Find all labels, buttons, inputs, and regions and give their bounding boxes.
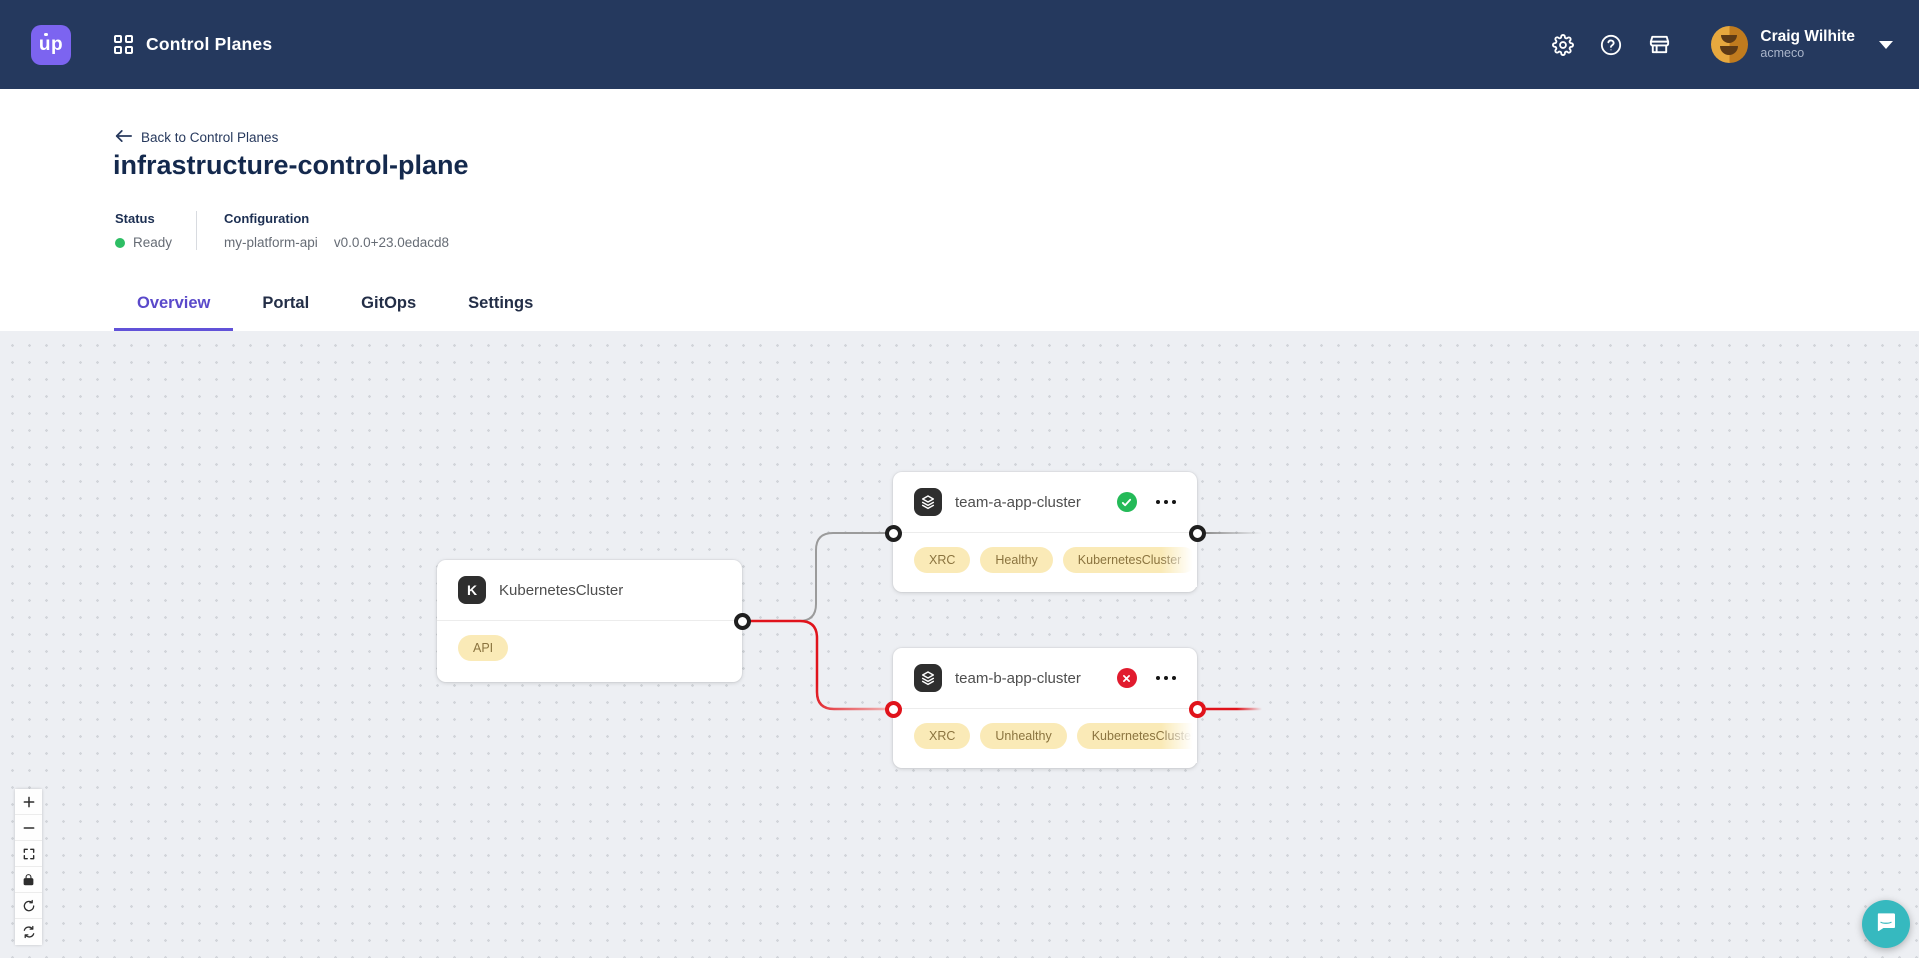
resource-graph-canvas[interactable]: K KubernetesCluster API team-a-app-clust… [0,331,1919,958]
marketplace-icon [1648,33,1671,56]
node-kubernetescluster[interactable]: K KubernetesCluster API [437,560,742,682]
tab-overview[interactable]: Overview [114,294,233,331]
fit-view-button[interactable] [15,841,42,867]
status-value: Ready [115,235,172,250]
refresh-button[interactable] [15,919,42,945]
edge-to-team-b [742,621,893,709]
configuration-name: my-platform-api [224,235,318,250]
rotate-button[interactable] [15,893,42,919]
configuration-value: my-platform-api v0.0.0+23.0edacd8 [224,235,449,250]
tag-healthy: Healthy [980,547,1052,573]
layers-icon [914,488,942,516]
node-title: team-b-app-cluster [955,670,1104,687]
configuration-version: v0.0.0+23.0edacd8 [334,235,449,250]
status-ready-text: Ready [133,235,172,250]
chat-launcher-button[interactable] [1862,900,1910,948]
status-ready-dot [115,238,125,248]
tag-api: API [458,635,508,661]
meta-row: Status Ready Configuration my-platform-a… [115,211,449,250]
user-org: acmeco [1760,46,1855,60]
tag-fade-overlay [1161,533,1197,587]
node-menu-button[interactable] [1156,496,1177,509]
layers-icon [914,664,942,692]
top-navbar: up Control Planes [0,0,1919,89]
user-info: Craig Wilhite acmeco [1760,28,1855,60]
upbound-logo[interactable]: up [31,25,71,65]
handle-team-b-source[interactable] [1189,701,1206,718]
marketplace-button[interactable] [1648,33,1671,56]
handle-team-b-target[interactable] [885,701,902,718]
settings-button[interactable] [1552,34,1574,56]
lock-icon [22,873,35,886]
configuration-block: Configuration my-platform-api v0.0.0+23.… [224,211,449,250]
chat-bubble-icon [1874,910,1898,939]
page-title: infrastructure-control-plane [113,150,469,181]
gear-icon [1552,34,1574,56]
apps-grid-icon [114,35,133,54]
node-header: team-b-app-cluster [893,648,1197,709]
status-label: Status [115,211,172,226]
tag-unhealthy: Unhealthy [980,723,1066,749]
plus-icon [22,795,36,809]
back-link-label: Back to Control Planes [141,130,278,145]
back-to-control-planes-link[interactable]: Back to Control Planes [115,129,278,146]
refresh-icon [22,925,36,939]
app-window: up Control Planes [0,0,1919,958]
minus-icon [22,821,36,835]
arrow-left-icon [115,129,132,146]
tag-fade-overlay [1161,709,1197,763]
configuration-label: Configuration [224,211,449,226]
handle-team-a-target[interactable] [885,525,902,542]
tab-bar: Overview Portal GitOps Settings [114,294,556,331]
tab-portal[interactable]: Portal [239,294,332,331]
help-icon [1600,34,1622,56]
node-tags: XRC Unhealthy KubernetesCluster [893,709,1197,763]
k-icon: K [458,576,486,604]
rotate-icon [22,899,36,913]
node-header: K KubernetesCluster [437,560,742,621]
tag-xrc: XRC [914,547,970,573]
node-header: team-a-app-cluster [893,472,1197,533]
app-title: Control Planes [146,34,272,55]
help-button[interactable] [1600,34,1622,56]
node-menu-button[interactable] [1156,672,1177,685]
node-title: KubernetesCluster [499,582,721,599]
tag-xrc: XRC [914,723,970,749]
node-tags: XRC Healthy KubernetesCluster [893,533,1197,587]
canvas-controls [15,789,42,945]
fit-view-icon [22,847,36,861]
healthy-check-icon [1117,492,1137,512]
graph-edges [0,331,1919,958]
node-title: team-a-app-cluster [955,494,1104,511]
zoom-out-button[interactable] [15,815,42,841]
zoom-in-button[interactable] [15,789,42,815]
status-block: Status Ready [115,211,172,250]
node-team-b-app-cluster[interactable]: team-b-app-cluster XRC Unhealthy Kuberne… [893,648,1197,768]
tab-settings[interactable]: Settings [445,294,556,331]
node-team-a-app-cluster[interactable]: team-a-app-cluster XRC Healthy Kubernete… [893,472,1197,592]
handle-team-a-source[interactable] [1189,525,1206,542]
node-tags: API [437,621,742,675]
navbar-actions: Craig Wilhite acmeco [1526,26,1893,63]
user-avatar[interactable] [1711,26,1748,63]
page-header: Back to Control Planes infrastructure-co… [0,89,1919,331]
tab-gitops[interactable]: GitOps [338,294,439,331]
user-name: Craig Wilhite [1760,28,1855,46]
meta-divider [196,211,197,250]
edge-to-team-a [742,533,893,621]
lock-button[interactable] [15,867,42,893]
handle-kubernetescluster-source[interactable] [734,613,751,630]
caret-down-icon[interactable] [1879,41,1893,49]
unhealthy-x-icon [1117,668,1137,688]
